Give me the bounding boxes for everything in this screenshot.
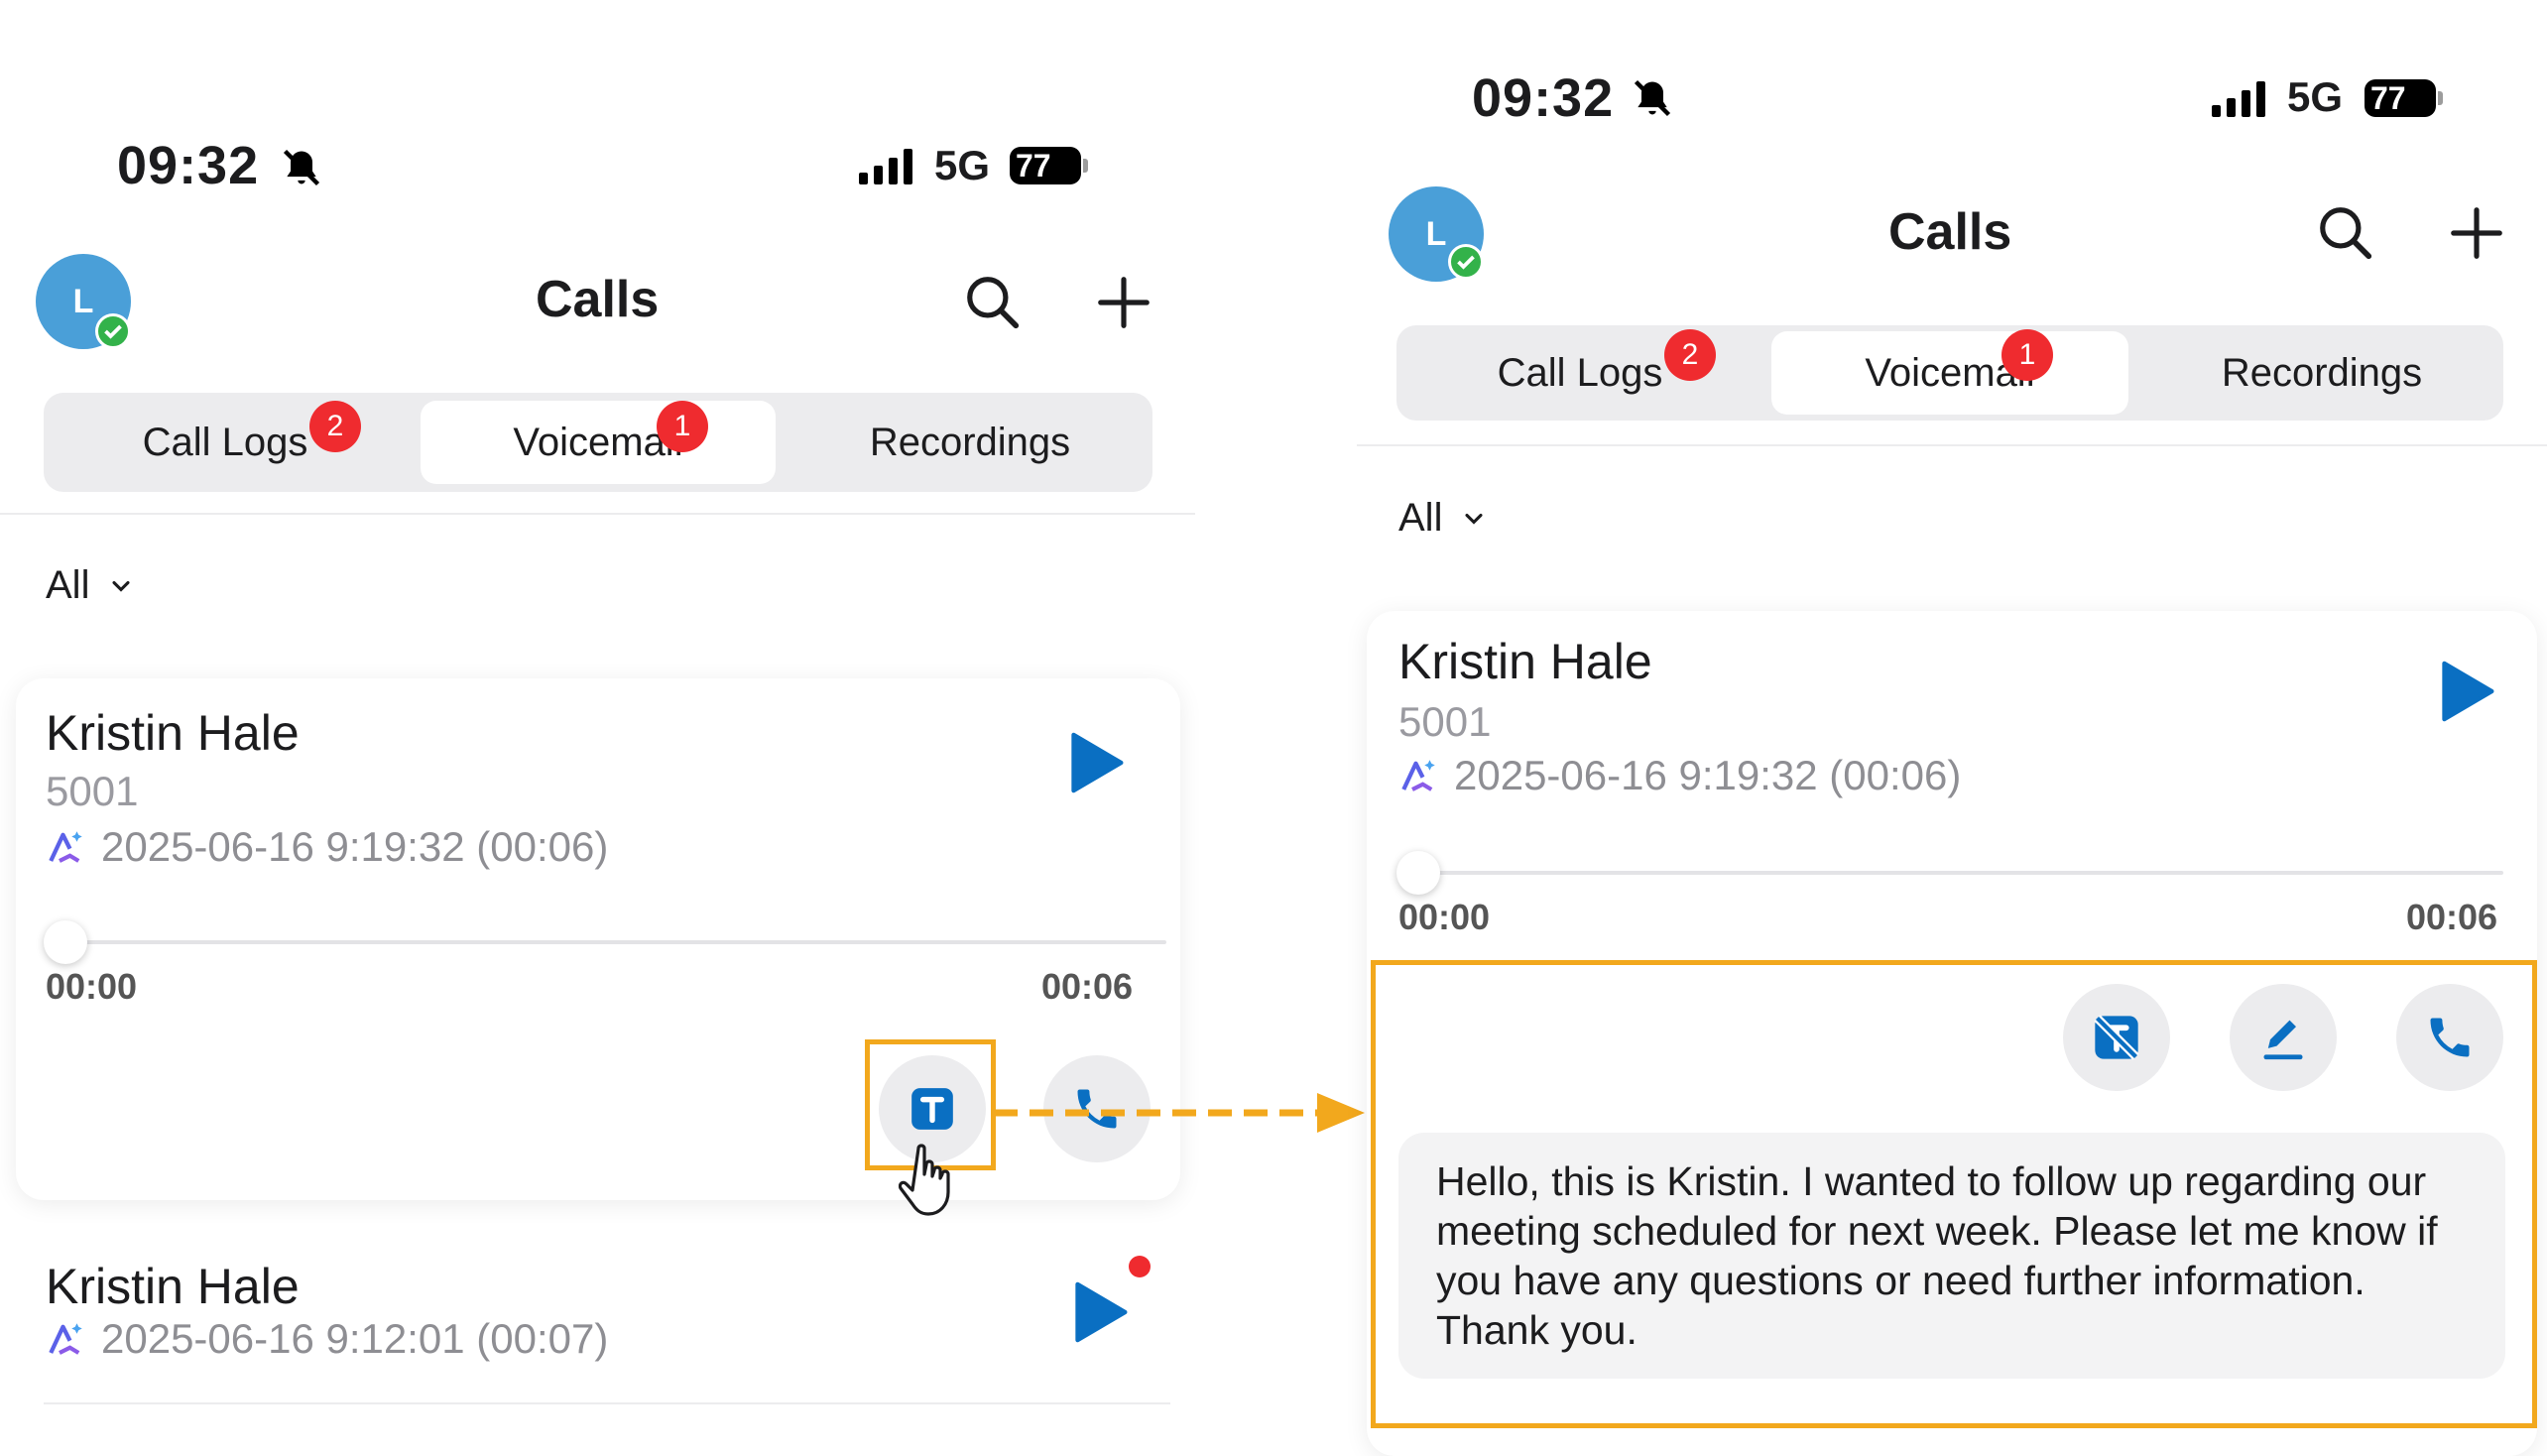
caller-number: 5001 xyxy=(46,768,139,814)
caller-name: Kristin Hale xyxy=(1398,634,1652,689)
phone-screen-before: 09:32 5G 77 L Calls Call Logs 2 Voicemai… xyxy=(0,0,1205,1456)
tab-label: Recordings xyxy=(869,420,1071,464)
battery-icon xyxy=(2438,91,2443,105)
chevron-down-icon xyxy=(112,580,130,592)
battery-icon xyxy=(1083,159,1088,173)
tab-label: Recordings xyxy=(2221,350,2423,395)
call-logs-badge: 2 xyxy=(309,401,361,452)
call-logs-badge: 2 xyxy=(1664,329,1716,381)
avatar-initial: L xyxy=(72,283,94,320)
voicemail-meta: 2025-06-16 9:19:32 (00:06) xyxy=(46,823,608,871)
voicemail-datetime: 2025-06-16 9:19:32 (00:06) xyxy=(101,823,609,870)
play-button[interactable] xyxy=(1067,732,1125,798)
elapsed-time: 00:00 xyxy=(46,966,138,1007)
tab-label: Call Logs xyxy=(1497,350,1663,395)
voicemail-meta: 2025-06-16 9:12:01 (00:07) xyxy=(46,1315,608,1363)
edit-transcript-button[interactable] xyxy=(2230,984,2337,1091)
signal-icon xyxy=(2212,81,2265,117)
network-type: 5G xyxy=(934,142,991,188)
page-title: Calls xyxy=(1888,203,2012,261)
unread-dot xyxy=(1129,1256,1151,1277)
playback-track[interactable] xyxy=(46,940,1166,944)
voicemail-datetime: 2025-06-16 9:19:32 (00:06) xyxy=(1454,752,1962,798)
add-button[interactable] xyxy=(1089,268,1158,337)
status-time: 09:32 xyxy=(1472,68,1615,128)
ai-sparkle-icon xyxy=(1401,760,1435,791)
silent-bell-icon xyxy=(280,145,323,195)
search-icon xyxy=(967,277,1020,329)
signal-icon xyxy=(859,149,912,184)
add-button[interactable] xyxy=(2442,198,2511,268)
battery-level: 77 xyxy=(1010,147,1081,184)
transcript-text: Hello, this is Kristin. I wanted to foll… xyxy=(1398,1133,2505,1379)
tab-label: Call Logs xyxy=(142,420,308,464)
caller-name: Kristin Hale xyxy=(46,1259,300,1314)
plus-icon xyxy=(2451,207,2502,259)
tab-bar: Call Logs 2 Voicemail 1 Recordings xyxy=(44,393,1152,492)
call-back-button[interactable] xyxy=(2396,984,2503,1091)
filter-dropdown[interactable]: All xyxy=(46,563,135,608)
battery-level: 77 xyxy=(2365,79,2436,117)
ai-sparkle-icon xyxy=(49,831,82,863)
pointer-hand-icon xyxy=(898,1141,962,1225)
elapsed-time: 00:00 xyxy=(1398,897,1491,937)
presence-check-icon xyxy=(1448,244,1484,280)
play-icon xyxy=(1075,1281,1128,1343)
playback-track[interactable] xyxy=(1398,871,2503,875)
caller-name: Kristin Hale xyxy=(46,705,300,761)
tab-recordings[interactable]: Recordings xyxy=(795,401,1145,484)
tab-voicemail[interactable]: Voicemail xyxy=(421,401,776,484)
page-title: Calls xyxy=(536,271,660,328)
divider xyxy=(1357,444,2547,446)
play-icon xyxy=(1071,732,1124,793)
edit-pencil-icon xyxy=(2263,1020,2303,1060)
playback-thumb[interactable] xyxy=(1396,851,1440,895)
play-button[interactable] xyxy=(2438,661,2495,727)
chevron-down-icon xyxy=(1465,513,1483,525)
network-type: 5G xyxy=(2287,73,2344,120)
ai-sparkle-icon xyxy=(49,1323,82,1355)
tab-bar: Call Logs 2 Voicemail 1 Recordings xyxy=(1396,325,2503,421)
avatar-initial: L xyxy=(1425,215,1447,253)
filter-dropdown[interactable]: All xyxy=(1398,496,1488,541)
voicemail-list-item[interactable]: Kristin Hale 2025-06-16 9:12:01 (00:07) xyxy=(16,1216,1180,1402)
silent-bell-icon xyxy=(1631,75,1674,126)
voicemail-meta: 2025-06-16 9:19:32 (00:06) xyxy=(1398,752,1961,799)
arrow-connector xyxy=(994,1087,1371,1148)
voicemail-datetime: 2025-06-16 9:12:01 (00:07) xyxy=(101,1315,609,1362)
presence-check-icon xyxy=(95,313,131,349)
plus-icon xyxy=(1098,277,1150,328)
filter-label: All xyxy=(46,563,90,607)
phone-screen-after: 09:32 5G 77 L Calls Call Logs 2 Voicemai… xyxy=(1357,0,2547,1456)
hide-transcript-button[interactable] xyxy=(2063,984,2170,1091)
phone-icon xyxy=(2430,1018,2470,1057)
filter-label: All xyxy=(1398,496,1443,540)
voicemail-badge: 1 xyxy=(2001,329,2053,381)
search-icon xyxy=(2320,207,2372,260)
divider xyxy=(44,1402,1170,1404)
divider xyxy=(0,513,1195,515)
transcript-off-icon xyxy=(2094,1015,2139,1060)
tab-voicemail[interactable]: Voicemail xyxy=(1771,331,2128,415)
caller-number: 5001 xyxy=(1398,698,1492,745)
total-duration: 00:06 xyxy=(2406,897,2498,937)
total-duration: 00:06 xyxy=(1041,966,1134,1007)
voicemail-badge: 1 xyxy=(657,401,708,452)
status-time: 09:32 xyxy=(117,136,260,195)
play-icon xyxy=(2442,661,2494,722)
search-button[interactable] xyxy=(958,268,1028,337)
tab-recordings[interactable]: Recordings xyxy=(2146,331,2497,415)
search-button[interactable] xyxy=(2311,198,2380,268)
playback-thumb[interactable] xyxy=(44,920,87,964)
play-button[interactable] xyxy=(1071,1281,1129,1348)
